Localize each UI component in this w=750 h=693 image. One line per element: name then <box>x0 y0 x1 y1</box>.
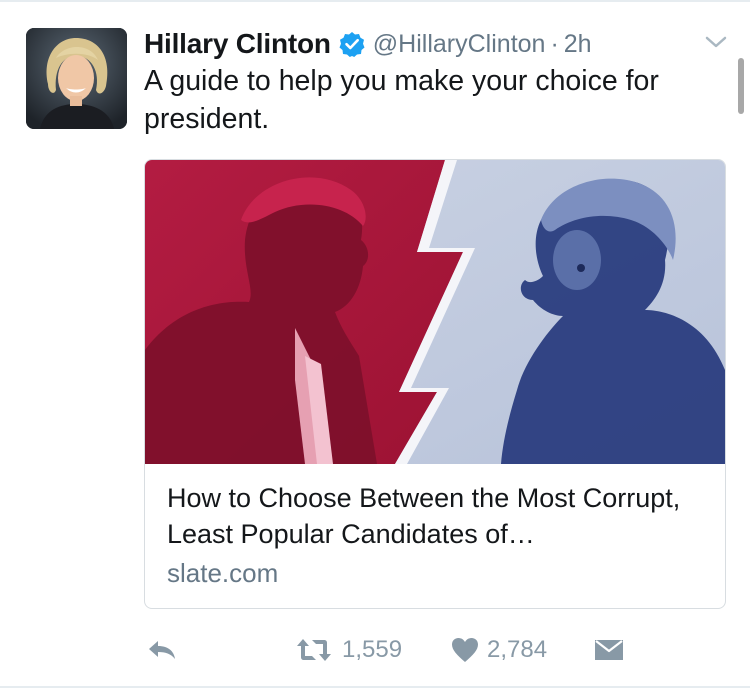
display-name[interactable]: Hillary Clinton <box>144 28 331 60</box>
profile-avatar[interactable] <box>26 28 127 129</box>
tweet-header: Hillary Clinton @HillaryClinton · 2h <box>144 24 734 64</box>
bottom-divider <box>0 686 750 688</box>
card-image[interactable] <box>145 160 725 464</box>
reply-button[interactable] <box>146 628 178 672</box>
avatar-image <box>26 28 127 129</box>
heart-icon <box>451 637 479 663</box>
tweet-text: A guide to help you make your choice for… <box>144 65 659 135</box>
tweet-timestamp[interactable]: 2h <box>564 30 592 59</box>
retweet-icon <box>294 636 334 664</box>
user-handle[interactable]: @HillaryClinton <box>373 30 546 59</box>
like-button[interactable]: 2,784 <box>451 628 547 672</box>
direct-message-button[interactable] <box>594 628 624 672</box>
separator-dot: · <box>550 29 559 58</box>
reply-icon <box>146 638 178 662</box>
card-title[interactable]: How to Choose Between the Most Corrupt, … <box>167 480 707 552</box>
scrollbar[interactable] <box>738 58 744 114</box>
direct-message-icon <box>594 638 624 662</box>
like-count: 2,784 <box>487 636 548 663</box>
verified-badge-icon <box>339 31 365 57</box>
link-card[interactable]: How to Choose Between the Most Corrupt, … <box>144 159 726 609</box>
card-domain: slate.com <box>167 558 279 588</box>
tweet-actions: 1,559 2,784 <box>0 628 750 672</box>
retweet-button[interactable]: 1,559 <box>294 628 402 672</box>
retweet-count: 1,559 <box>342 636 403 663</box>
chevron-down-icon[interactable] <box>704 33 728 51</box>
top-divider <box>0 0 750 2</box>
